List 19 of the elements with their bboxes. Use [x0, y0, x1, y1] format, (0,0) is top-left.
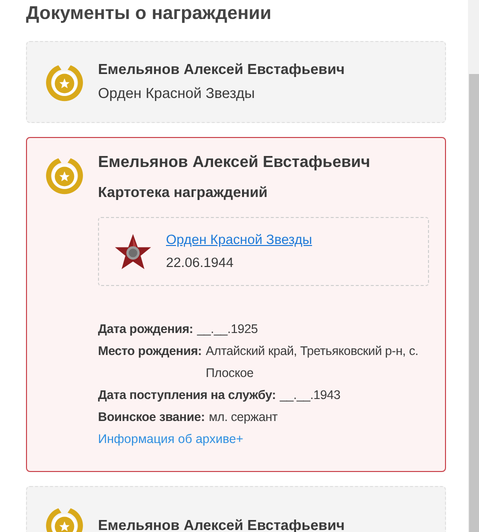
award-document-card[interactable]: [26, 137, 446, 472]
fact-value: Алтайский край, Третьяковский р-н, с. Плоское: [206, 343, 420, 382]
section-heading: Документы о награждении: [26, 1, 272, 25]
award-date: 22.06.1944: [166, 254, 235, 272]
fact-label: Дата рождения:: [98, 321, 194, 338]
fact-label: Воинское звание:: [98, 409, 205, 426]
document-title: Орден Красной Звезды: [98, 85, 256, 104]
fact-value: мл. сержант: [208, 409, 278, 426]
award-document-card[interactable]: Емельянов Алексей Евстафьевич Орден Красной Звезды: [26, 41, 446, 123]
fact-label: Место рождения:: [98, 343, 202, 360]
document-title: Картотека награждений: [98, 184, 269, 203]
fact-value: __.__.1943: [280, 387, 340, 404]
person-name: Емельянов Алексей Евстафьевич: [98, 153, 372, 173]
fact-value: __.__.1925: [197, 321, 258, 338]
star-icon: [114, 232, 152, 270]
award-link[interactable]: Орден Красной Звезды: [166, 230, 312, 250]
scrollbar-thumb[interactable]: [469, 74, 479, 532]
person-name: Емельянов Алексей Евстафьевич: [98, 61, 346, 80]
fact-label: Дата поступления на службу:: [98, 387, 276, 404]
